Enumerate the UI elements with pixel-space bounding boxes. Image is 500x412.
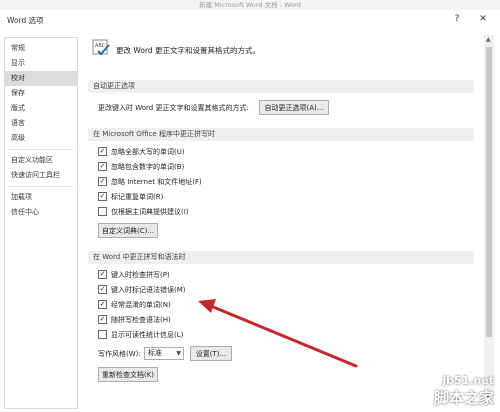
annotation-arrow-icon — [198, 299, 358, 368]
site-watermark: jb51.net 脚本之家 — [434, 374, 494, 408]
watermark-site: jb51.net — [442, 374, 494, 387]
watermark-name: 脚本之家 — [433, 389, 494, 407]
